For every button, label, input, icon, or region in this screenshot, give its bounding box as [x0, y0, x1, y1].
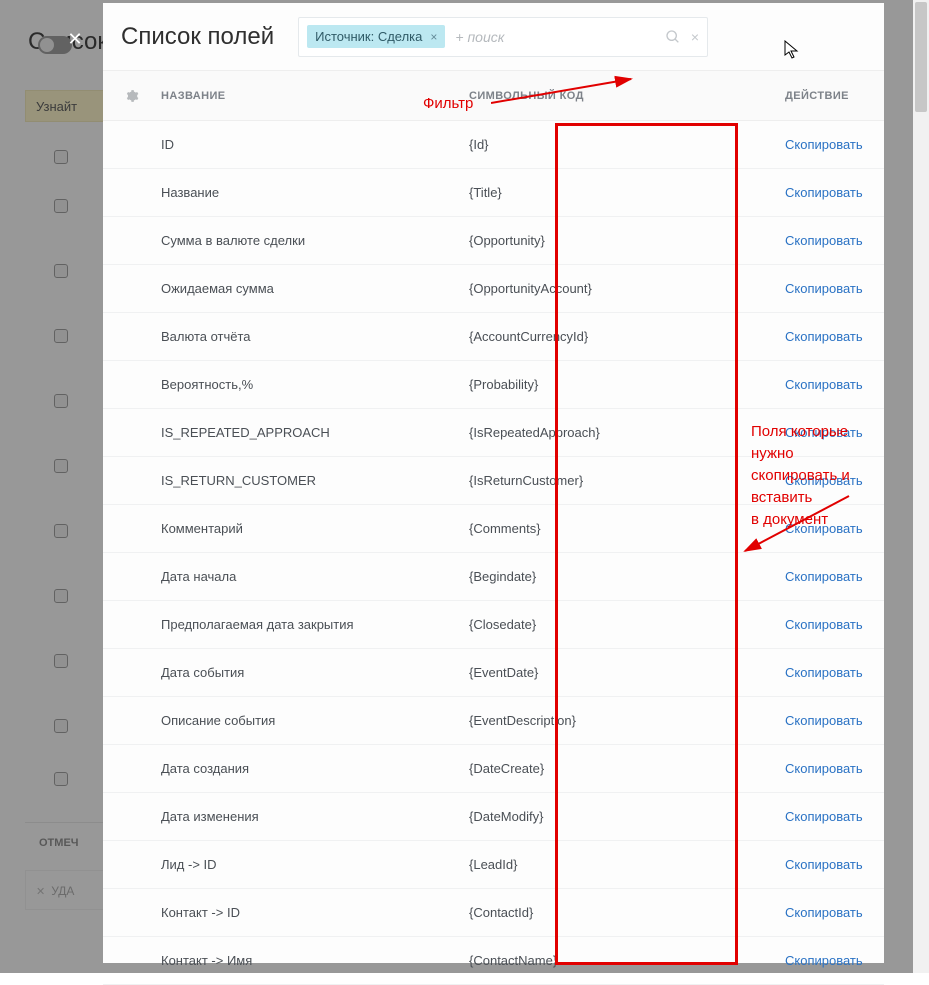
cell-code: {DateCreate}	[469, 761, 785, 776]
close-icon[interactable]: ✕	[63, 27, 87, 51]
table-row: Ожидаемая сумма{OpportunityAccount}Скопи…	[103, 265, 884, 313]
cell-code: {ContactId}	[469, 905, 785, 920]
cell-name: Сумма в валюте сделки	[161, 233, 469, 248]
copy-link[interactable]: Скопировать	[785, 569, 863, 584]
cell-name: Комментарий	[161, 521, 469, 536]
filter-chip-label: Источник: Сделка	[315, 29, 422, 44]
mouse-cursor-icon	[784, 40, 800, 60]
table-row: Контакт -> ID{ContactId}Скопировать	[103, 889, 884, 937]
copy-link[interactable]: Скопировать	[785, 665, 863, 680]
cell-name: Контакт -> ID	[161, 905, 469, 920]
table-row: Вероятность,%{Probability}Скопировать	[103, 361, 884, 409]
cell-code: {AccountCurrencyId}	[469, 329, 785, 344]
cell-code: {ContactName}	[469, 953, 785, 968]
fields-modal: ✕ Список полей Источник: Сделка × × НАЗВ…	[103, 3, 884, 963]
table-row: Предполагаемая дата закрытия{Closedate}С…	[103, 601, 884, 649]
copy-link[interactable]: Скопировать	[785, 185, 863, 200]
search-icon[interactable]	[665, 29, 681, 45]
gear-icon[interactable]	[125, 89, 139, 103]
annotation-arrow-filter	[491, 73, 651, 123]
annotation-copy-hint-l1: Поля которые нужно	[751, 423, 848, 462]
table-row: Дата изменения{DateModify}Скопировать	[103, 793, 884, 841]
table-row: Сумма в валюте сделки{Opportunity}Скопир…	[103, 217, 884, 265]
cell-name: Дата создания	[161, 761, 469, 776]
cell-code: {Id}	[469, 137, 785, 152]
cell-name: IS_RETURN_CUSTOMER	[161, 473, 469, 488]
cell-code: {OpportunityAccount}	[469, 281, 785, 296]
cell-code: {EventDate}	[469, 665, 785, 680]
cell-code: {Begindate}	[469, 569, 785, 584]
cell-code: {Probability}	[469, 377, 785, 392]
copy-link[interactable]: Скопировать	[785, 905, 863, 920]
copy-link[interactable]: Скопировать	[785, 713, 863, 728]
search-input[interactable]	[455, 29, 665, 45]
table-row: Дата события{EventDate}Скопировать	[103, 649, 884, 697]
copy-link[interactable]: Скопировать	[785, 809, 863, 824]
cell-code: {LeadId}	[469, 857, 785, 872]
cell-name: Контакт -> Имя	[161, 953, 469, 968]
copy-link[interactable]: Скопировать	[785, 761, 863, 776]
scrollbar-track[interactable]	[913, 0, 929, 973]
cell-name: Название	[161, 185, 469, 200]
cell-name: Описание события	[161, 713, 469, 728]
table-row: Дата создания{DateCreate}Скопировать	[103, 745, 884, 793]
table-row: Контакт -> Имя{ContactName}Скопировать	[103, 937, 884, 985]
cell-code: {IsRepeatedApproach}	[469, 425, 785, 440]
filter-box[interactable]: Источник: Сделка × ×	[298, 17, 708, 57]
cell-name: Дата события	[161, 665, 469, 680]
cell-code: {DateModify}	[469, 809, 785, 824]
cell-code: {IsReturnCustomer}	[469, 473, 785, 488]
filter-chip[interactable]: Источник: Сделка ×	[307, 25, 445, 48]
cell-name: Вероятность,%	[161, 377, 469, 392]
annotation-arrow-box	[739, 491, 859, 571]
copy-link[interactable]: Скопировать	[785, 281, 863, 296]
cell-name: Ожидаемая сумма	[161, 281, 469, 296]
cell-code: {Comments}	[469, 521, 785, 536]
cell-name: Дата изменения	[161, 809, 469, 824]
cell-name: Лид -> ID	[161, 857, 469, 872]
cell-name: Предполагаемая дата закрытия	[161, 617, 469, 632]
copy-link[interactable]: Скопировать	[785, 137, 863, 152]
table-row: Валюта отчёта{AccountCurrencyId}Скопиров…	[103, 313, 884, 361]
table-row: ID{Id}Скопировать	[103, 121, 884, 169]
copy-link[interactable]: Скопировать	[785, 953, 863, 968]
clear-icon[interactable]: ×	[691, 29, 699, 45]
col-header-action[interactable]: ДЕЙСТВИЕ	[785, 90, 884, 102]
copy-link[interactable]: Скопировать	[785, 233, 863, 248]
cell-name: IS_REPEATED_APPROACH	[161, 425, 469, 440]
scrollbar-thumb[interactable]	[915, 2, 927, 112]
table-row: Название{Title}Скопировать	[103, 169, 884, 217]
cell-code: {Closedate}	[469, 617, 785, 632]
table-row: Лид -> ID{LeadId}Скопировать	[103, 841, 884, 889]
copy-link[interactable]: Скопировать	[785, 377, 863, 392]
copy-link[interactable]: Скопировать	[785, 857, 863, 872]
annotation-filter-label: Фильтр	[423, 95, 473, 112]
modal-title: Список полей	[121, 23, 274, 51]
cell-name: Валюта отчёта	[161, 329, 469, 344]
cell-code: {Opportunity}	[469, 233, 785, 248]
cell-name: ID	[161, 137, 469, 152]
cell-code: {Title}	[469, 185, 785, 200]
modal-header: Список полей Источник: Сделка × ×	[103, 3, 884, 71]
copy-link[interactable]: Скопировать	[785, 329, 863, 344]
cell-name: Дата начала	[161, 569, 469, 584]
chip-remove-icon[interactable]: ×	[430, 30, 437, 44]
table-row: Описание события{EventDescription}Скопир…	[103, 697, 884, 745]
copy-link[interactable]: Скопировать	[785, 617, 863, 632]
cell-code: {EventDescription}	[469, 713, 785, 728]
